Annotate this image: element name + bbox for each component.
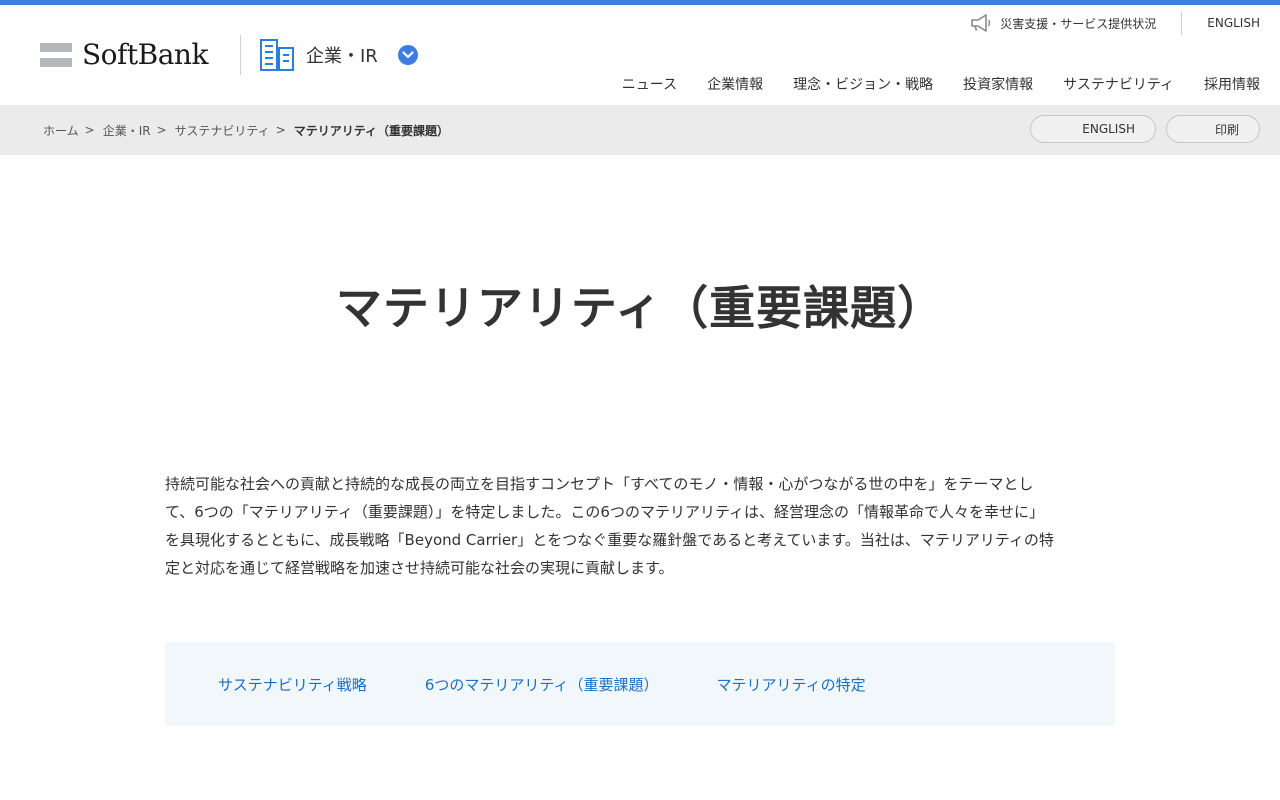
utility-links: 災害支援・サービス提供状況 ENGLISH bbox=[970, 10, 1260, 36]
breadcrumb-current: マテリアリティ（重要課題） bbox=[293, 123, 450, 138]
nav-philosophy-vision[interactable]: 理念・ビジョン・戦略 bbox=[793, 74, 933, 94]
lead-line: て、6つの「マテリアリティ（重要課題）」を特定しました。この6つのマテリアリティ… bbox=[165, 503, 1045, 521]
breadcrumb-home[interactable]: ホーム bbox=[43, 122, 79, 139]
breadcrumb-sustainability[interactable]: サステナビリティ bbox=[175, 122, 270, 139]
in-page-anchor-links: サステナビリティ戦略 6つのマテリアリティ（重要課題） マテリアリティの特定 bbox=[165, 642, 1115, 726]
section-selector[interactable]: 企業・IR bbox=[260, 38, 418, 72]
header-divider bbox=[240, 35, 241, 75]
breadcrumb-corporate-ir[interactable]: 企業・IR bbox=[103, 122, 151, 139]
lead-line: 持続可能な社会への貢献と持続的な成長の両立を目指すコンセプト「すべてのモノ・情報… bbox=[165, 475, 1034, 493]
disaster-support-link[interactable]: 災害支援・サービス提供状況 bbox=[970, 14, 1181, 32]
disaster-support-label: 災害支援・サービス提供状況 bbox=[1000, 16, 1157, 31]
english-button[interactable]: ENGLISH bbox=[1030, 115, 1156, 143]
anchor-six-materialities[interactable]: 6つのマテリアリティ（重要課題） bbox=[425, 674, 659, 695]
breadcrumb-separator: > bbox=[156, 123, 167, 137]
breadcrumb-separator: > bbox=[84, 123, 95, 137]
lead-line: を具現化するとともに、成長戦略「Beyond Carrier」とをつなぐ重要な羅… bbox=[165, 531, 1054, 549]
breadcrumb-separator: > bbox=[275, 123, 286, 137]
logo-mark bbox=[40, 43, 72, 67]
global-nav: ニュース 企業情報 理念・ビジョン・戦略 投資家情報 サステナビリティ 採用情報 bbox=[592, 74, 1260, 94]
nav-company-info[interactable]: 企業情報 bbox=[707, 74, 763, 94]
anchor-sustainability-strategy[interactable]: サステナビリティ戦略 bbox=[218, 674, 367, 695]
megaphone-icon bbox=[971, 14, 991, 32]
top-accent-bar bbox=[0, 0, 1280, 5]
utility-divider bbox=[1181, 11, 1183, 35]
lead-line: 定と対応を通じて経営戦略を加速させ持続可能な社会の実現に貢献します。 bbox=[165, 559, 674, 577]
print-button[interactable]: 印刷 bbox=[1166, 115, 1260, 143]
nav-investor-relations[interactable]: 投資家情報 bbox=[963, 74, 1033, 94]
logo-text: SoftBank bbox=[82, 38, 208, 71]
page-title: マテリアリティ（重要課題） bbox=[335, 281, 945, 335]
anchor-materiality-identification[interactable]: マテリアリティの特定 bbox=[716, 674, 865, 695]
english-link[interactable]: ENGLISH bbox=[1207, 16, 1260, 30]
lead-paragraph: 持続可能な社会への貢献と持続的な成長の両立を目指すコンセプト「すべてのモノ・情報… bbox=[165, 470, 1115, 582]
nav-sustainability[interactable]: サステナビリティ bbox=[1063, 74, 1174, 94]
building-icon bbox=[260, 39, 294, 71]
nav-news[interactable]: ニュース bbox=[622, 74, 677, 94]
section-label: 企業・IR bbox=[306, 46, 378, 67]
nav-careers[interactable]: 採用情報 bbox=[1204, 74, 1260, 94]
softbank-logo[interactable]: SoftBank bbox=[40, 38, 208, 71]
chevron-down-icon[interactable] bbox=[397, 45, 418, 65]
breadcrumb: ホーム > 企業・IR > サステナビリティ > マテリアリティ（重要課題） bbox=[43, 105, 449, 155]
